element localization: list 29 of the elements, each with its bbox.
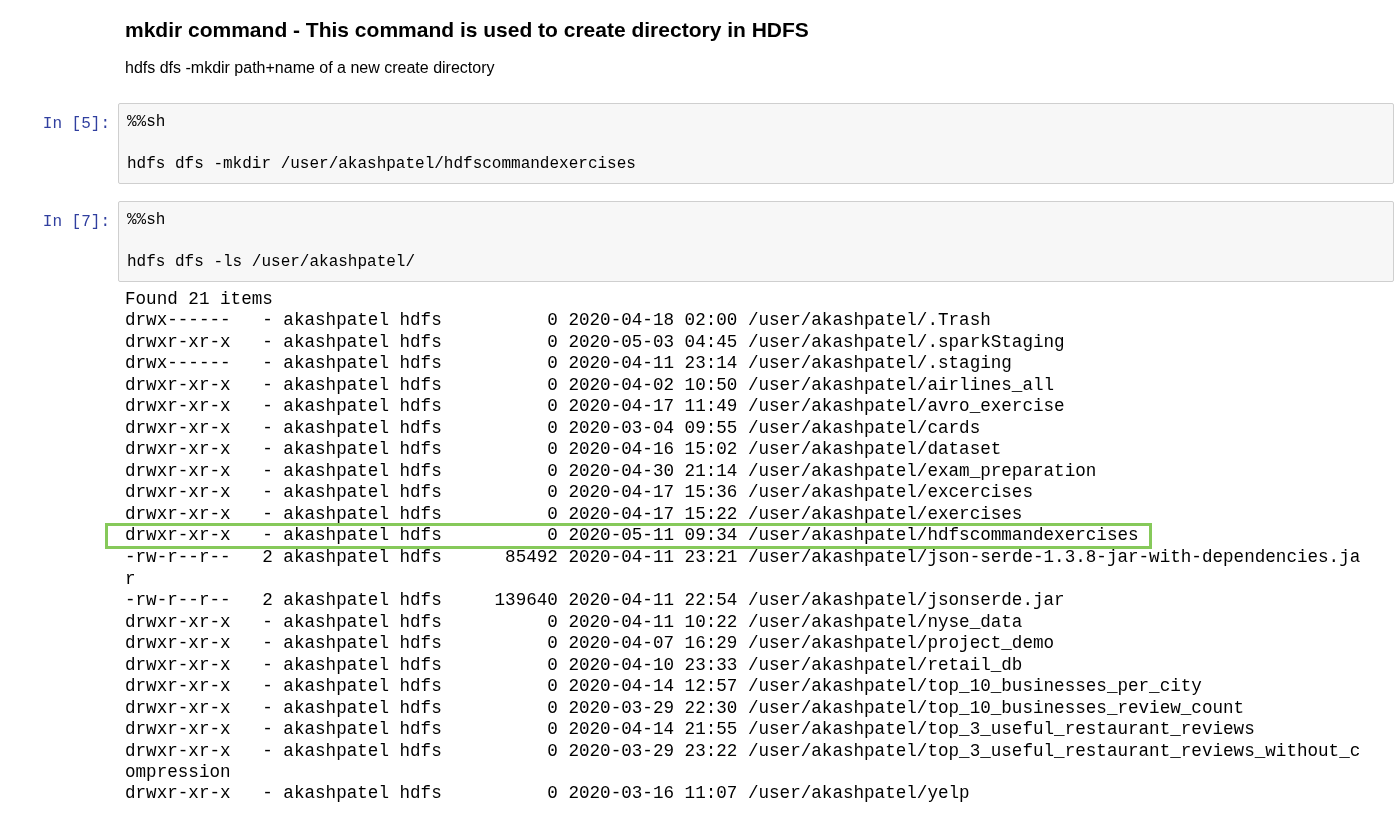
output-line: drwxr-xr-x - akashpatel hdfs 0 2020-05-03 04:45 /user/akashpatel/.sparkStaging <box>125 331 1065 354</box>
output-line: drwxr-xr-x - akashpatel hdfs 0 2020-03-29 23:22 /user/akashpatel/top_3_useful_restaurant_reviews_without_c <box>125 740 1361 762</box>
output-line: drwxr-xr-x - akashpatel hdfs 0 2020-04-02 10:50 /user/akashpatel/airlines_all <box>125 374 1055 397</box>
output-line: drwx------ - akashpatel hdfs 0 2020-04-18 02:00 /user/akashpatel/.Trash <box>125 310 991 332</box>
output-line: drwxr-xr-x - akashpatel hdfs 0 2020-03-16 11:07 /user/akashpatel/yelp <box>125 783 970 805</box>
output-line: -rw-r--r-- 2 akashpatel hdfs 139640 2020-04-11 22:54 /user/akashpatel/jsonserde.jar <box>125 590 1065 612</box>
cell-prompt: In [5]: <box>41 114 111 133</box>
description-text: hdfs dfs -mkdir path+name of a new create directory <box>125 58 496 78</box>
cell-prompt: In [7]: <box>41 212 111 231</box>
output-line: r <box>125 568 136 591</box>
output-line: drwxr-xr-x - akashpatel hdfs 0 2020-04-17 15:36 /user/akashpatel/excercises <box>125 482 1033 504</box>
output-line: ompression <box>125 761 231 784</box>
output-line: drwxr-xr-x - akashpatel hdfs 0 2020-04-30 21:14 /user/akashpatel/exam_preparation <box>125 460 1097 483</box>
section-heading: mkdir command - This command is used to create directory in HDFS <box>125 17 810 43</box>
output-line: drwxr-xr-x - akashpatel hdfs 0 2020-04-14 21:55 /user/akashpatel/top_3_useful_restaurant_reviews <box>125 719 1255 741</box>
output-line: drwxr-xr-x - akashpatel hdfs 0 2020-04-17 11:49 /user/akashpatel/avro_exercise <box>125 396 1065 418</box>
output-line: drwxr-xr-x - akashpatel hdfs 0 2020-04-16 15:02 /user/akashpatel/dataset <box>125 439 1002 461</box>
output-line: Found 21 items <box>125 289 273 311</box>
output-line: -rw-r--r-- 2 akashpatel hdfs 85492 2020-04-11 23:21 /user/akashpatel/json-serde-1.3.8-jar-with-dependencies.ja <box>125 547 1361 569</box>
output-line: drwxr-xr-x - akashpatel hdfs 0 2020-03-29 22:30 /user/akashpatel/top_10_businesses_review_count <box>125 697 1245 720</box>
output-line: drwxr-xr-x - akashpatel hdfs 0 2020-04-07 16:29 /user/akashpatel/project_demo <box>125 633 1055 655</box>
output-line: drwxr-xr-x - akashpatel hdfs 0 2020-03-04 09:55 /user/akashpatel/cards <box>125 417 981 440</box>
output-line: drwx------ - akashpatel hdfs 0 2020-04-11 23:14 /user/akashpatel/.staging <box>125 353 1012 375</box>
output-line: drwxr-xr-x - akashpatel hdfs 0 2020-04-10 23:33 /user/akashpatel/retail_db <box>125 654 1023 677</box>
output-line: drwxr-xr-x - akashpatel hdfs 0 2020-04-11 10:22 /user/akashpatel/nyse_data <box>125 611 1023 634</box>
code-input[interactable]: %%sh hdfs dfs -ls /user/akashpatel/ <box>118 201 1394 282</box>
output-line: drwxr-xr-x - akashpatel hdfs 0 2020-04-17 15:22 /user/akashpatel/exercises <box>125 503 1023 525</box>
code-input[interactable]: %%sh hdfs dfs -mkdir /user/akashpatel/hdfscommandexercises <box>118 103 1394 184</box>
output-line: drwxr-xr-x - akashpatel hdfs 0 2020-04-14 12:57 /user/akashpatel/top_10_businesses_per_city <box>125 676 1202 698</box>
